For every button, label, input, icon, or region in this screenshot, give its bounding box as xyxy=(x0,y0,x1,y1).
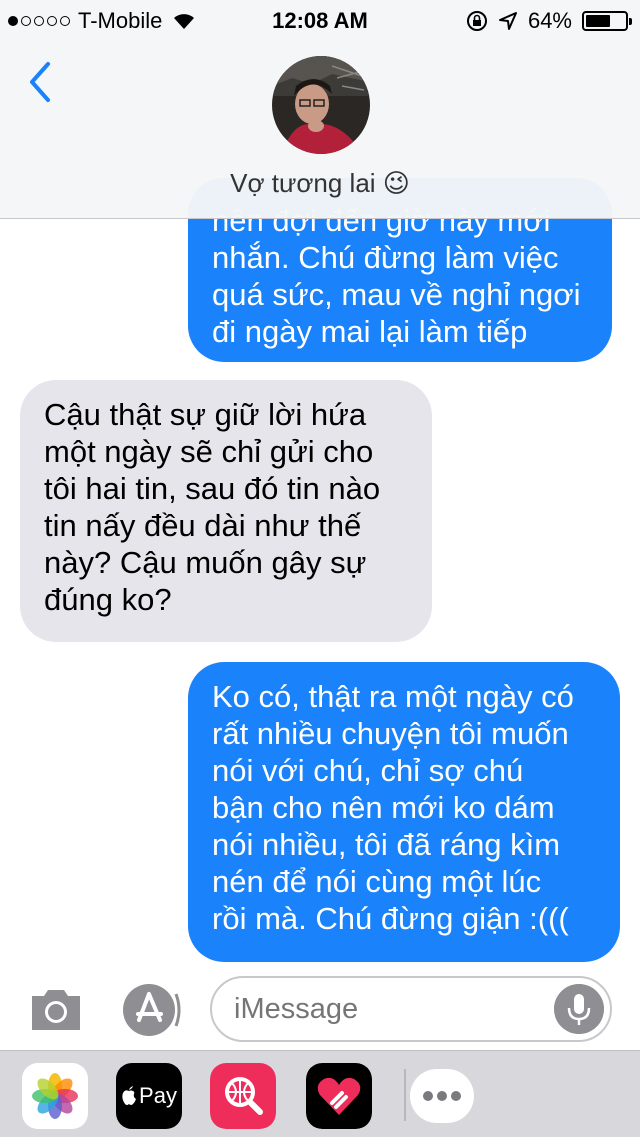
message-line: Cậu thật sự giữ lời hứa xyxy=(44,397,367,432)
message-bubble-outgoing[interactable]: Ko có, thật ra một ngày có rất nhiều chu… xyxy=(188,662,620,962)
conversation-header: T-Mobile 12:08 AM 64% Vợ tương lai 😉 xyxy=(0,0,640,219)
message-line: đi ngày mai lại làm tiếp xyxy=(212,314,528,349)
status-right: 64% xyxy=(466,8,632,34)
photos-app-icon[interactable] xyxy=(22,1063,88,1129)
message-line: rồi mà. Chú đừng giận :((( xyxy=(212,901,569,936)
message-line: nhắn. Chú đừng làm việc xyxy=(212,240,559,275)
back-chevron-icon[interactable] xyxy=(22,58,62,106)
app-store-icon[interactable] xyxy=(120,982,182,1038)
battery-icon xyxy=(582,11,632,31)
location-icon xyxy=(498,12,517,30)
camera-icon[interactable] xyxy=(28,986,84,1032)
app-drawer: Pay xyxy=(0,1050,640,1137)
message-line: bận cho nên mới ko dám xyxy=(212,790,555,825)
apple-logo-icon xyxy=(122,1086,137,1105)
message-line: này? Cậu muốn gây sự xyxy=(44,545,367,580)
orientation-lock-icon xyxy=(466,11,487,31)
battery-percentage: 64% xyxy=(527,8,572,33)
message-line: tin nấy đều dài như thế xyxy=(44,508,362,543)
message-line: đúng ko? xyxy=(44,582,172,617)
status-bar: T-Mobile 12:08 AM 64% xyxy=(0,0,640,40)
drawer-divider xyxy=(404,1069,406,1121)
web-search-app-icon[interactable] xyxy=(210,1063,276,1129)
message-line: nói nhiều, tôi đã ráng kìm xyxy=(212,827,561,862)
apple-pay-app-icon[interactable]: Pay xyxy=(116,1063,182,1129)
microphone-icon[interactable] xyxy=(554,984,604,1034)
message-line: nén để nói cùng một lúc xyxy=(212,864,542,899)
message-line: quá sức, mau về nghỉ ngơi xyxy=(212,277,581,312)
message-line: nói với chú, chỉ sợ chú xyxy=(212,753,524,788)
message-line: một ngày sẽ chỉ gửi cho xyxy=(44,434,374,469)
contact-avatar[interactable] xyxy=(272,56,370,154)
apple-pay-label: Pay xyxy=(139,1083,177,1108)
imessage-field[interactable] xyxy=(210,976,612,1042)
message-bubble-incoming[interactable]: Cậu thật sự giữ lời hứa một ngày sẽ chỉ … xyxy=(20,380,432,642)
message-line: tôi hai tin, sau đó tin nào xyxy=(44,471,381,506)
digital-touch-app-icon[interactable] xyxy=(306,1063,372,1129)
more-apps-icon[interactable] xyxy=(408,1063,474,1129)
message-input[interactable] xyxy=(232,992,556,1027)
battery-fill xyxy=(586,15,611,27)
message-line: Ko có, thật ra một ngày có xyxy=(212,679,574,714)
message-line: rất nhiều chuyện tôi muốn xyxy=(212,716,569,751)
contact-name[interactable]: Vợ tương lai 😉 xyxy=(0,168,640,199)
